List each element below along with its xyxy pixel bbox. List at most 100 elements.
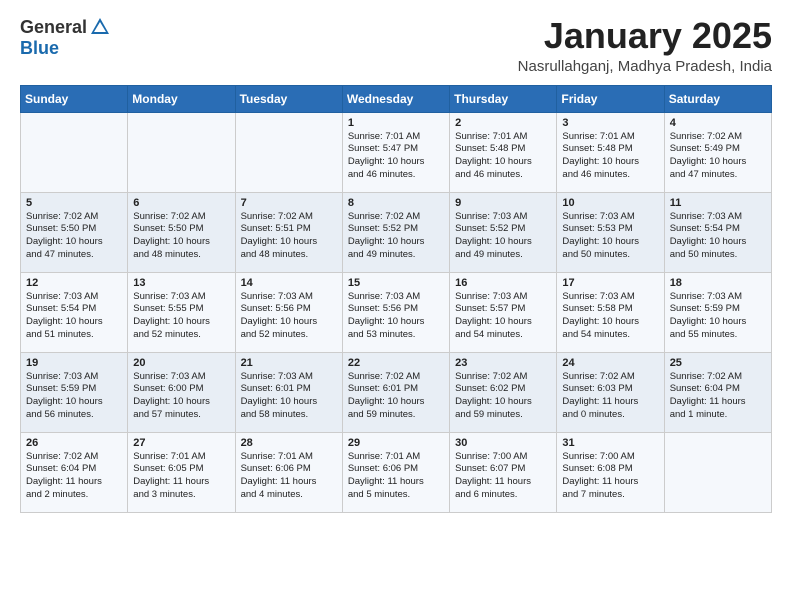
day-cell: 1 Sunrise: 7:01 AM Sunset: 5:47 PM Daylig… <box>342 112 449 192</box>
day-number: 8 <box>348 197 444 209</box>
day-cell: 2 Sunrise: 7:01 AM Sunset: 5:48 PM Daylig… <box>450 112 557 192</box>
week-row-3: 12 Sunrise: 7:03 AM Sunset: 5:54 PM Dayli… <box>21 272 772 352</box>
day-number: 16 <box>455 277 551 289</box>
day-cell: 20 Sunrise: 7:03 AM Sunset: 6:00 PM Dayli… <box>128 352 235 432</box>
weekday-header-monday: Monday <box>128 85 235 112</box>
calendar-title: January 2025 <box>518 16 772 56</box>
day-info: Sunrise: 7:02 AM Sunset: 6:04 PM Dayligh… <box>26 451 122 502</box>
day-cell: 17 Sunrise: 7:03 AM Sunset: 5:58 PM Dayli… <box>557 272 664 352</box>
day-info: Sunrise: 7:03 AM Sunset: 5:58 PM Dayligh… <box>562 291 658 342</box>
day-cell: 8 Sunrise: 7:02 AM Sunset: 5:52 PM Daylig… <box>342 192 449 272</box>
day-number: 30 <box>455 437 551 449</box>
day-info: Sunrise: 7:01 AM Sunset: 6:06 PM Dayligh… <box>241 451 337 502</box>
day-cell: 29Sunrise: 7:01 AM Sunset: 6:06 PM Dayli… <box>342 432 449 512</box>
day-number: 11 <box>670 197 766 209</box>
day-info: Sunrise: 7:02 AM Sunset: 6:03 PM Dayligh… <box>562 371 658 422</box>
day-cell: 27Sunrise: 7:01 AM Sunset: 6:05 PM Dayli… <box>128 432 235 512</box>
day-cell: 12 Sunrise: 7:03 AM Sunset: 5:54 PM Dayli… <box>21 272 128 352</box>
day-number: 20 <box>133 357 229 369</box>
logo: General Blue <box>20 16 111 59</box>
day-info: Sunrise: 7:03 AM Sunset: 5:54 PM Dayligh… <box>670 211 766 262</box>
day-info: Sunrise: 7:00 AM Sunset: 6:07 PM Dayligh… <box>455 451 551 502</box>
day-info: Sunrise: 7:03 AM Sunset: 5:54 PM Dayligh… <box>26 291 122 342</box>
day-number: 18 <box>670 277 766 289</box>
day-info: Sunrise: 7:03 AM Sunset: 6:01 PM Dayligh… <box>241 371 337 422</box>
week-row-2: 5Sunrise: 7:02 AM Sunset: 5:50 PM Daylig… <box>21 192 772 272</box>
day-info: Sunrise: 7:02 AM Sunset: 5:49 PM Dayligh… <box>670 131 766 182</box>
weekday-header-saturday: Saturday <box>664 85 771 112</box>
weekday-header-tuesday: Tuesday <box>235 85 342 112</box>
day-cell: 14Sunrise: 7:03 AM Sunset: 5:56 PM Dayli… <box>235 272 342 352</box>
day-info: Sunrise: 7:02 AM Sunset: 5:51 PM Dayligh… <box>241 211 337 262</box>
day-number: 15 <box>348 277 444 289</box>
day-cell: 7 Sunrise: 7:02 AM Sunset: 5:51 PM Daylig… <box>235 192 342 272</box>
day-cell: 6Sunrise: 7:02 AM Sunset: 5:50 PM Daylig… <box>128 192 235 272</box>
day-number: 12 <box>26 277 122 289</box>
day-info: Sunrise: 7:01 AM Sunset: 6:05 PM Dayligh… <box>133 451 229 502</box>
day-cell: 31 Sunrise: 7:00 AM Sunset: 6:08 PM Dayli… <box>557 432 664 512</box>
day-number: 19 <box>26 357 122 369</box>
day-number: 17 <box>562 277 658 289</box>
day-info: Sunrise: 7:02 AM Sunset: 6:02 PM Dayligh… <box>455 371 551 422</box>
day-cell: 13 Sunrise: 7:03 AM Sunset: 5:55 PM Dayli… <box>128 272 235 352</box>
week-row-1: 1 Sunrise: 7:01 AM Sunset: 5:47 PM Daylig… <box>21 112 772 192</box>
day-number: 7 <box>241 197 337 209</box>
day-number: 4 <box>670 117 766 129</box>
day-info: Sunrise: 7:01 AM Sunset: 5:48 PM Dayligh… <box>455 131 551 182</box>
day-cell <box>664 432 771 512</box>
weekday-header-thursday: Thursday <box>450 85 557 112</box>
day-info: Sunrise: 7:02 AM Sunset: 5:50 PM Dayligh… <box>26 211 122 262</box>
day-cell: 3 Sunrise: 7:01 AM Sunset: 5:48 PM Daylig… <box>557 112 664 192</box>
day-cell: 11 Sunrise: 7:03 AM Sunset: 5:54 PM Dayli… <box>664 192 771 272</box>
day-cell: 21 Sunrise: 7:03 AM Sunset: 6:01 PM Dayli… <box>235 352 342 432</box>
logo-icon <box>89 16 111 38</box>
day-info: Sunrise: 7:01 AM Sunset: 6:06 PM Dayligh… <box>348 451 444 502</box>
day-number: 23 <box>455 357 551 369</box>
logo-general-text: General <box>20 17 87 38</box>
day-cell: 28 Sunrise: 7:01 AM Sunset: 6:06 PM Dayli… <box>235 432 342 512</box>
day-cell: 22 Sunrise: 7:02 AM Sunset: 6:01 PM Dayli… <box>342 352 449 432</box>
day-cell <box>128 112 235 192</box>
day-cell: 19 Sunrise: 7:03 AM Sunset: 5:59 PM Dayli… <box>21 352 128 432</box>
day-number: 31 <box>562 437 658 449</box>
day-number: 28 <box>241 437 337 449</box>
day-number: 22 <box>348 357 444 369</box>
day-info: Sunrise: 7:02 AM Sunset: 5:52 PM Dayligh… <box>348 211 444 262</box>
day-cell: 10 Sunrise: 7:03 AM Sunset: 5:53 PM Dayli… <box>557 192 664 272</box>
day-cell <box>235 112 342 192</box>
day-info: Sunrise: 7:02 AM Sunset: 6:04 PM Dayligh… <box>670 371 766 422</box>
day-info: Sunrise: 7:03 AM Sunset: 5:56 PM Dayligh… <box>348 291 444 342</box>
day-info: Sunrise: 7:01 AM Sunset: 5:47 PM Dayligh… <box>348 131 444 182</box>
day-number: 1 <box>348 117 444 129</box>
day-number: 3 <box>562 117 658 129</box>
day-info: Sunrise: 7:03 AM Sunset: 5:59 PM Dayligh… <box>26 371 122 422</box>
day-info: Sunrise: 7:03 AM Sunset: 5:53 PM Dayligh… <box>562 211 658 262</box>
day-info: Sunrise: 7:03 AM Sunset: 5:57 PM Dayligh… <box>455 291 551 342</box>
weekday-header-sunday: Sunday <box>21 85 128 112</box>
day-cell: 5Sunrise: 7:02 AM Sunset: 5:50 PM Daylig… <box>21 192 128 272</box>
day-cell: 25 Sunrise: 7:02 AM Sunset: 6:04 PM Dayli… <box>664 352 771 432</box>
day-cell: 24 Sunrise: 7:02 AM Sunset: 6:03 PM Dayli… <box>557 352 664 432</box>
day-number: 26 <box>26 437 122 449</box>
day-number: 9 <box>455 197 551 209</box>
calendar-table: SundayMondayTuesdayWednesdayThursdayFrid… <box>20 85 772 513</box>
page: General Blue January 2025 Nasrullahganj,… <box>0 0 792 529</box>
day-number: 24 <box>562 357 658 369</box>
day-info: Sunrise: 7:03 AM Sunset: 6:00 PM Dayligh… <box>133 371 229 422</box>
day-cell: 23 Sunrise: 7:02 AM Sunset: 6:02 PM Dayli… <box>450 352 557 432</box>
day-number: 21 <box>241 357 337 369</box>
day-number: 25 <box>670 357 766 369</box>
weekday-header-wednesday: Wednesday <box>342 85 449 112</box>
logo-blue-text: Blue <box>20 38 59 59</box>
day-info: Sunrise: 7:03 AM Sunset: 5:59 PM Dayligh… <box>670 291 766 342</box>
day-cell: 15 Sunrise: 7:03 AM Sunset: 5:56 PM Dayli… <box>342 272 449 352</box>
day-info: Sunrise: 7:03 AM Sunset: 5:55 PM Dayligh… <box>133 291 229 342</box>
day-info: Sunrise: 7:02 AM Sunset: 6:01 PM Dayligh… <box>348 371 444 422</box>
day-number: 13 <box>133 277 229 289</box>
day-cell <box>21 112 128 192</box>
day-info: Sunrise: 7:01 AM Sunset: 5:48 PM Dayligh… <box>562 131 658 182</box>
header: General Blue January 2025 Nasrullahganj,… <box>20 16 772 75</box>
day-info: Sunrise: 7:00 AM Sunset: 6:08 PM Dayligh… <box>562 451 658 502</box>
day-number: 10 <box>562 197 658 209</box>
day-number: 2 <box>455 117 551 129</box>
